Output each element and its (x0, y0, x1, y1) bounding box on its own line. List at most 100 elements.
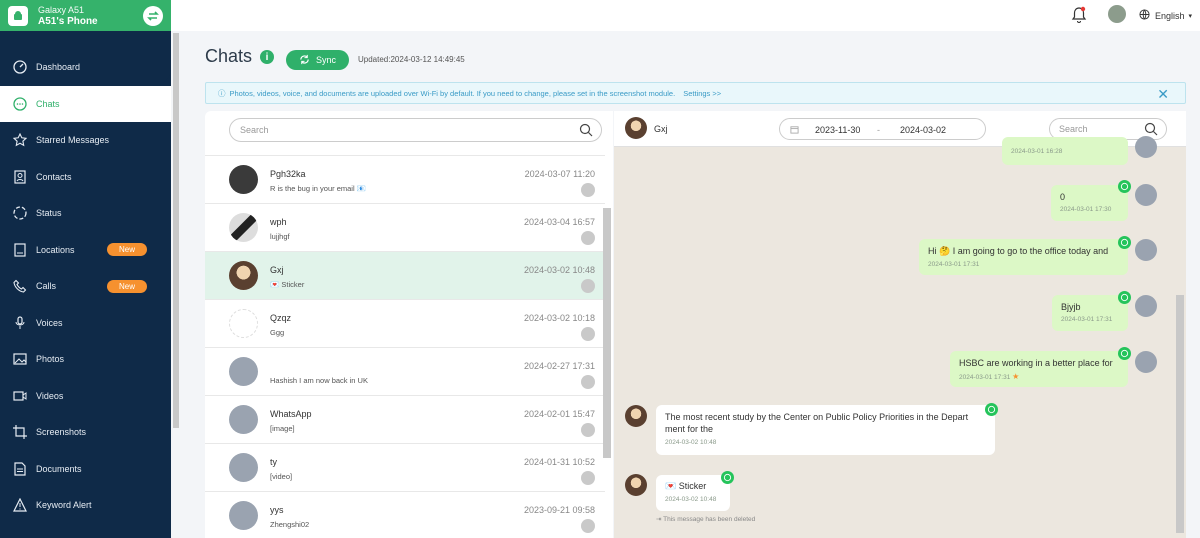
sidebar-item-label: Chats (36, 98, 60, 109)
contact-name: Gxj (270, 265, 284, 275)
search-icon[interactable] (579, 123, 593, 139)
list-item[interactable] (205, 146, 605, 156)
message-time: 2024-03-01 17:30 (1060, 206, 1112, 213)
sidebar-item-starred[interactable]: Starred Messages (0, 122, 171, 159)
close-icon[interactable]: ✕ (1157, 86, 1169, 103)
search-placeholder: Search (1059, 124, 1088, 134)
last-message: Ggg (270, 328, 285, 337)
list-item[interactable]: yys Zhengshi02 2023-09-21 09:58 (205, 492, 605, 538)
sender-avatar (1135, 184, 1157, 206)
date-range-picker[interactable]: 2023-11-30 - 2024-03-02 (779, 118, 986, 140)
list-scrollbar[interactable] (603, 208, 611, 458)
sidebar-item-label: Videos (36, 390, 64, 401)
message-time: 2024-03-02 10:48 (665, 439, 717, 446)
sidebar-item-documents[interactable]: Documents (0, 451, 171, 488)
sidebar-item-status[interactable]: Status (0, 195, 171, 232)
photo-icon (12, 351, 28, 367)
sidebar-item-chats[interactable]: Chats (0, 85, 171, 122)
sidebar-item-keyword-alert[interactable]: Keyword Alert (0, 487, 171, 524)
list-item[interactable]: wph lujjhgf 2024-03-04 16:57 (205, 204, 605, 252)
sync-label: Sync (315, 55, 336, 65)
pin-icon[interactable] (581, 231, 595, 245)
info-icon[interactable]: i (260, 50, 274, 64)
pin-icon[interactable] (581, 375, 595, 389)
sidebar-item-label: Photos (36, 354, 65, 365)
sidebar-item-locations[interactable]: Locations New (0, 232, 171, 269)
contact-avatar (625, 405, 647, 427)
last-message: [image] (270, 424, 295, 433)
pin-icon[interactable] (581, 279, 595, 293)
pin-icon[interactable] (581, 183, 595, 197)
outgoing-message: HSBC are working in a better place for 2… (950, 351, 1128, 387)
document-icon (12, 461, 28, 477)
language-selector[interactable]: English ▾ (1139, 9, 1192, 22)
caret-down-icon: ▾ (1188, 12, 1192, 20)
globe-icon (1139, 9, 1150, 22)
message-time-text: 2024-03-01 17:31 (959, 374, 1011, 381)
sidebar: Galaxy A51 A51's Phone Dashboard Chats S… (0, 0, 171, 538)
date-to: 2024-03-02 (900, 125, 947, 135)
sender-avatar (1135, 295, 1157, 317)
list-item[interactable]: Hashish I am now back in UK 2024-02-27 1… (205, 348, 605, 396)
message-text: 💌 Sticker (665, 481, 707, 491)
sidebar-item-label: Dashboard (36, 62, 81, 73)
info-circle-icon: ⓘ (218, 88, 226, 98)
avatar (625, 117, 647, 139)
chat-icon (12, 96, 28, 112)
last-message: Hashish I am now back in UK (270, 376, 368, 385)
status-icon (12, 205, 28, 221)
sidebar-item-label: Status (36, 208, 62, 219)
notice-text: Photos, videos, voice, and documents are… (229, 88, 676, 98)
updated-time: Updated:2024-03-12 14:49:45 (358, 55, 465, 64)
microphone-icon (12, 315, 28, 331)
sidebar-item-dashboard[interactable]: Dashboard (0, 49, 171, 86)
sidebar-item-label: Screenshots (36, 427, 87, 438)
pin-icon[interactable] (581, 327, 595, 341)
message-time: 2024-03-01 17:31 ★ (959, 372, 1119, 381)
chat-scrollbar[interactable] (1176, 295, 1184, 533)
message-text: Bjyjb (1061, 302, 1081, 312)
calendar-icon (790, 125, 799, 136)
message-time: 2024-03-04 16:57 (523, 217, 595, 227)
list-item[interactable]: Qzqz Ggg 2024-03-02 10:18 (205, 300, 605, 348)
sidebar-item-photos[interactable]: Photos (0, 341, 171, 378)
device-switcher[interactable]: Galaxy A51 A51's Phone (0, 0, 171, 31)
outgoing-message: 2024-03-01 16:28 (1002, 137, 1128, 165)
whatsapp-icon (1118, 347, 1131, 360)
list-item[interactable]: WhatsApp [image] 2024-02-01 15:47 (205, 396, 605, 444)
switch-device-icon[interactable] (143, 5, 163, 26)
sidebar-item-screenshots[interactable]: Screenshots (0, 414, 171, 451)
contact-avatar (625, 474, 647, 496)
avatar (229, 165, 258, 194)
crop-icon (12, 424, 28, 440)
contact-name: ty (270, 457, 278, 467)
contacts-icon (12, 169, 28, 185)
sender-avatar (1135, 136, 1157, 158)
last-message: [video] (270, 472, 293, 481)
list-item[interactable]: Gxj 💌 Sticker 2024-03-02 10:48 (205, 252, 605, 300)
sync-button[interactable]: Sync (286, 50, 349, 70)
pin-icon[interactable] (581, 423, 595, 437)
sidebar-item-label: Voices (36, 317, 63, 328)
group-avatar (229, 501, 258, 530)
user-avatar[interactable] (1108, 5, 1126, 23)
sidebar-scrollbar[interactable] (173, 33, 179, 428)
sidebar-item-calls[interactable]: Calls New (0, 268, 171, 305)
sidebar-item-contacts[interactable]: Contacts (0, 159, 171, 196)
sidebar-item-voices[interactable]: Voices (0, 305, 171, 342)
sidebar-item-label: Starred Messages (36, 135, 110, 146)
message-time: 2024-03-02 10:48 (665, 496, 717, 503)
whatsapp-icon (985, 403, 998, 416)
date-separator: - (877, 125, 880, 135)
settings-link[interactable]: Settings >> (683, 89, 721, 98)
list-item[interactable]: Pgh32ka R is the bug in your email 📧 202… (205, 156, 605, 204)
date-from: 2023-11-30 (815, 125, 861, 135)
pin-icon[interactable] (581, 519, 595, 533)
list-search-input[interactable]: Search (229, 118, 602, 142)
pin-icon[interactable] (581, 471, 595, 485)
sidebar-item-videos[interactable]: Videos (0, 378, 171, 415)
list-item[interactable]: ty [video] 2024-01-31 10:52 (205, 444, 605, 492)
group-avatar (229, 357, 258, 386)
bell-icon[interactable] (1071, 6, 1087, 29)
sidebar-item-label: Calls (36, 281, 57, 292)
